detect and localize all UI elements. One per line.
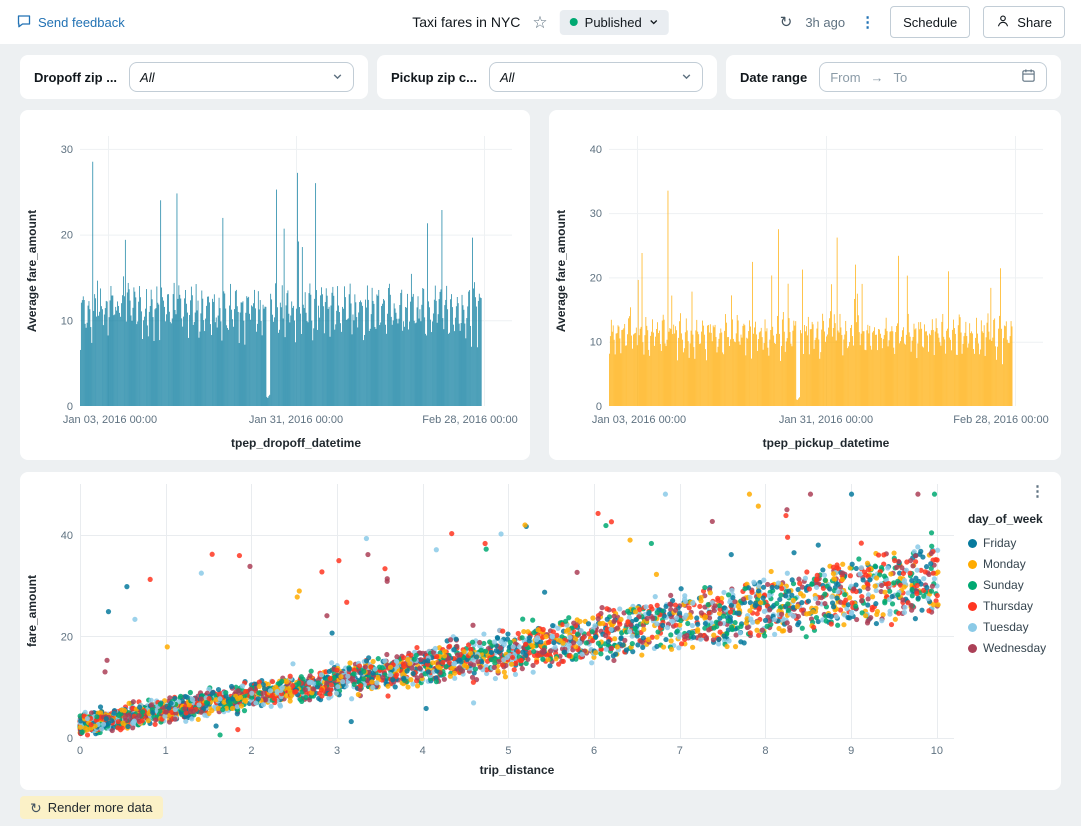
pickup-zip-select[interactable]: All <box>489 62 703 92</box>
refresh-icon[interactable]: ↻ <box>780 15 793 30</box>
pickup-bar-chart[interactable] <box>553 114 1057 456</box>
feedback-bubble-icon <box>16 13 32 32</box>
send-feedback-link[interactable]: Send feedback <box>16 13 125 32</box>
overflow-menu-icon[interactable]: ⋮ <box>858 13 877 31</box>
refresh-icon: ↻ <box>30 801 42 815</box>
date-range-label: Date range <box>740 70 807 85</box>
pickup-zip-filter: Pickup zip c... All <box>377 55 717 99</box>
pickup-zip-label: Pickup zip c... <box>391 70 477 85</box>
legend-title: day_of_week <box>968 512 1060 526</box>
legend-dot <box>968 623 977 632</box>
legend-label: Friday <box>983 536 1016 550</box>
chevron-down-icon <box>332 70 343 85</box>
dashboard-page: Send feedback Taxi fares in NYC ☆ Publis… <box>0 0 1081 826</box>
send-feedback-label: Send feedback <box>38 15 125 30</box>
legend-label: Thursday <box>983 599 1033 613</box>
legend-item-thursday[interactable]: Thursday <box>968 599 1060 613</box>
published-label: Published <box>585 15 642 30</box>
last-refresh-time: 3h ago <box>805 15 845 30</box>
render-more-data-button[interactable]: ↻ Render more data <box>20 796 163 819</box>
legend-item-tuesday[interactable]: Tuesday <box>968 620 1060 634</box>
legend-dot <box>968 539 977 548</box>
title-group: Taxi fares in NYC ☆ Published <box>412 10 669 35</box>
dropoff-zip-label: Dropoff zip ... <box>34 70 117 85</box>
render-more-label: Render more data <box>48 800 153 815</box>
dropoff-zip-select[interactable]: All <box>129 62 354 92</box>
legend-label: Wednesday <box>983 641 1046 655</box>
calendar-icon <box>1021 68 1036 86</box>
legend-item-monday[interactable]: Monday <box>968 557 1060 571</box>
legend-dot <box>968 560 977 569</box>
chart-overflow-menu-icon[interactable]: ⋮ <box>1030 482 1045 500</box>
dropoff-chart-panel <box>20 110 530 460</box>
schedule-label: Schedule <box>903 15 957 30</box>
dropoff-bar-chart[interactable] <box>24 114 526 456</box>
chevron-down-icon <box>681 70 692 85</box>
dropoff-zip-value: All <box>140 70 332 85</box>
legend-label: Monday <box>983 557 1026 571</box>
date-from-placeholder: From <box>830 70 860 85</box>
fare-distance-scatter-chart[interactable] <box>24 476 964 782</box>
chevron-down-icon <box>649 15 659 30</box>
date-range-input[interactable]: From → To <box>819 62 1047 92</box>
scatter-chart-panel: ⋮ day_of_week Friday Monday Sunday Thurs… <box>20 472 1061 790</box>
scatter-legend: day_of_week Friday Monday Sunday Thursda… <box>968 472 1060 790</box>
legend-item-friday[interactable]: Friday <box>968 536 1060 550</box>
top-bar-actions: ↻ 3h ago ⋮ Schedule Share <box>780 6 1065 38</box>
legend-dot <box>968 602 977 611</box>
legend-label: Tuesday <box>983 620 1029 634</box>
share-label: Share <box>1017 15 1052 30</box>
date-arrow-icon: → <box>871 70 884 85</box>
pickup-zip-value: All <box>500 70 681 85</box>
legend-item-wednesday[interactable]: Wednesday <box>968 641 1060 655</box>
legend-dot <box>968 581 977 590</box>
dashboard-title: Taxi fares in NYC <box>412 14 520 30</box>
pickup-chart-panel <box>549 110 1061 460</box>
bar-charts-row <box>20 110 1061 460</box>
share-button[interactable]: Share <box>983 6 1065 38</box>
favorite-star-icon[interactable]: ☆ <box>532 14 547 31</box>
top-bar: Send feedback Taxi fares in NYC ☆ Publis… <box>0 0 1081 44</box>
date-range-filter: Date range From → To <box>726 55 1061 99</box>
dropoff-zip-filter: Dropoff zip ... All <box>20 55 368 99</box>
legend-dot <box>968 644 977 653</box>
published-dot <box>570 18 578 26</box>
legend-item-sunday[interactable]: Sunday <box>968 578 1060 592</box>
date-to-placeholder: To <box>894 70 908 85</box>
published-status-dropdown[interactable]: Published <box>560 10 669 35</box>
schedule-button[interactable]: Schedule <box>890 6 970 38</box>
legend-label: Sunday <box>983 578 1024 592</box>
filter-bar: Dropoff zip ... All Pickup zip c... All … <box>20 55 1061 99</box>
share-person-icon <box>996 14 1010 31</box>
